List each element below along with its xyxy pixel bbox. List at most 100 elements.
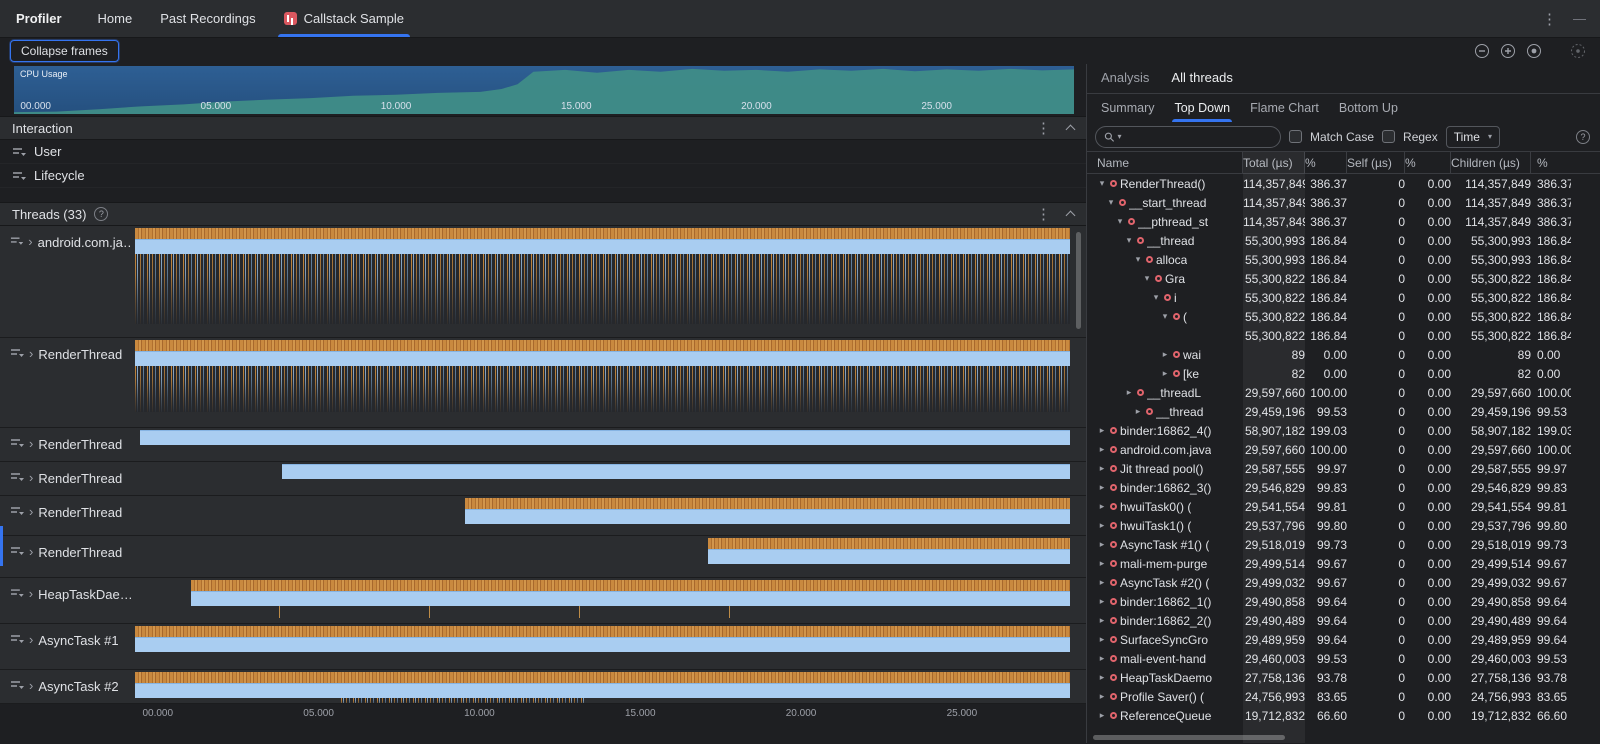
table-row[interactable]: ▸ AsyncTask #2() ( 29,499,032 99.67 0 0.… — [1093, 573, 1600, 592]
row-expand-icon[interactable]: ▸ — [1097, 653, 1107, 664]
row-expand-icon[interactable]: ▾ — [1097, 178, 1107, 189]
analysis-tab[interactable]: All threads — [1171, 70, 1232, 93]
thread-row[interactable]: › RenderThread — [0, 428, 1086, 462]
cpu-usage-chart[interactable]: CPU Usage 00.00005.00010.00015.00020.000… — [14, 66, 1074, 114]
row-expand-icon[interactable]: ▸ — [1097, 691, 1107, 702]
table-row[interactable]: ▸ binder:16862_3() 29,546,829 99.83 0 0.… — [1093, 478, 1600, 497]
column-header-children[interactable]: Children (µs) — [1451, 152, 1531, 173]
table-row[interactable]: ▸ SurfaceSyncGro 29,489,959 99.64 0 0.00… — [1093, 630, 1600, 649]
minimize-icon[interactable]: — — [1573, 11, 1586, 26]
row-expand-icon[interactable]: ▾ — [1142, 273, 1152, 284]
row-expand-icon[interactable]: ▾ — [1151, 292, 1161, 303]
row-expand-icon[interactable]: ▾ — [1115, 216, 1125, 227]
table-row[interactable]: ▾ alloca 55,300,993 186.84 0 0.00 55,300… — [1093, 250, 1600, 269]
column-header-name[interactable]: Name — [1093, 152, 1243, 173]
thread-expand-chevron-icon[interactable]: › — [29, 545, 33, 558]
row-expand-icon[interactable]: ▸ — [1133, 406, 1143, 417]
row-expand-icon[interactable]: ▾ — [1106, 197, 1116, 208]
table-row[interactable]: ▸ mali-event-hand 29,460,003 99.53 0 0.0… — [1093, 649, 1600, 668]
row-expand-icon[interactable]: ▸ — [1097, 501, 1107, 512]
interaction-collapse-icon[interactable] — [1066, 125, 1076, 135]
table-row[interactable]: ▸ binder:16862_2() 29,490,489 99.64 0 0.… — [1093, 611, 1600, 630]
zoom-to-selection-icon[interactable] — [1570, 43, 1586, 59]
thread-expand-chevron-icon[interactable]: › — [29, 679, 33, 692]
analysis-subtab[interactable]: Flame Chart — [1250, 94, 1319, 122]
thread-label[interactable]: › HeapTaskDae… — [0, 578, 135, 623]
table-header[interactable]: Name Total (µs) % Self (µs) % Children (… — [1087, 152, 1600, 174]
thread-expand-chevron-icon[interactable]: › — [28, 235, 32, 248]
row-expand-icon[interactable]: ▸ — [1097, 577, 1107, 588]
thread-track[interactable] — [135, 462, 1070, 495]
interaction-more-icon[interactable]: ⋮ — [1036, 119, 1051, 137]
thread-row[interactable]: › RenderThread — [0, 338, 1086, 428]
match-case-checkbox[interactable] — [1289, 130, 1302, 143]
thread-track[interactable] — [135, 536, 1070, 577]
table-row[interactable]: ▸ binder:16862_1() 29,490,858 99.64 0 0.… — [1093, 592, 1600, 611]
column-header-self-pct[interactable]: % — [1405, 152, 1451, 173]
row-expand-icon[interactable]: ▾ — [1124, 235, 1134, 246]
thread-expand-chevron-icon[interactable]: › — [29, 471, 33, 484]
thread-track[interactable] — [135, 428, 1070, 461]
threads-section-header[interactable]: Threads (33) ? ⋮ — [0, 202, 1086, 226]
regex-checkbox[interactable] — [1382, 130, 1395, 143]
thread-track[interactable] — [135, 670, 1070, 703]
thread-label[interactable]: › AsyncTask #2 — [0, 670, 135, 703]
table-horizontal-scrollbar[interactable] — [1093, 735, 1285, 740]
column-header-total-pct[interactable]: % — [1305, 152, 1347, 173]
search-box[interactable]: ▾ — [1095, 126, 1281, 148]
table-row[interactable]: ▸ ReferenceQueue 19,712,832 66.60 0 0.00… — [1093, 706, 1600, 725]
collapse-frames-button[interactable]: Collapse frames — [10, 40, 119, 62]
row-expand-icon[interactable]: ▸ — [1097, 672, 1107, 683]
thread-track[interactable] — [135, 226, 1070, 337]
row-expand-icon[interactable]: ▾ — [1160, 311, 1170, 322]
thread-expand-chevron-icon[interactable]: › — [29, 505, 33, 518]
filter-help-icon[interactable]: ? — [1576, 130, 1590, 144]
row-expand-icon[interactable]: ▸ — [1160, 349, 1170, 360]
time-unit-dropdown[interactable]: Time ▾ — [1446, 126, 1500, 148]
table-row[interactable]: ▸ Jit thread pool() 29,587,555 99.97 0 0… — [1093, 459, 1600, 478]
row-expand-icon[interactable]: ▸ — [1097, 520, 1107, 531]
reset-zoom-icon[interactable] — [1526, 43, 1542, 59]
interaction-row[interactable]: Lifecycle — [0, 164, 1086, 188]
column-header-self[interactable]: Self (µs) — [1347, 152, 1405, 173]
thread-label[interactable]: › android.com.ja… — [0, 226, 135, 337]
thread-row[interactable]: › android.com.ja… — [0, 226, 1086, 338]
threads-vertical-scrollbar[interactable] — [1076, 232, 1081, 329]
thread-row[interactable]: › HeapTaskDae… — [0, 578, 1086, 624]
interaction-section-header[interactable]: Interaction ⋮ — [0, 116, 1086, 140]
thread-expand-chevron-icon[interactable]: › — [29, 587, 33, 600]
analysis-subtab[interactable]: Bottom Up — [1339, 94, 1398, 122]
zoom-out-icon[interactable] — [1474, 43, 1490, 59]
row-expand-icon[interactable]: ▾ — [1133, 254, 1143, 265]
table-row[interactable]: ▾ __start_thread 114,357,849 386.37 0 0.… — [1093, 193, 1600, 212]
thread-expand-chevron-icon[interactable]: › — [29, 437, 33, 450]
thread-track[interactable] — [135, 496, 1070, 535]
column-header-children-pct[interactable]: % — [1531, 152, 1571, 173]
thread-track[interactable] — [135, 624, 1070, 669]
row-expand-icon[interactable]: ▸ — [1097, 634, 1107, 645]
row-expand-icon[interactable]: ▸ — [1097, 558, 1107, 569]
row-expand-icon[interactable]: ▸ — [1160, 368, 1170, 379]
row-expand-icon[interactable]: ▸ — [1097, 539, 1107, 550]
threads-collapse-icon[interactable] — [1066, 211, 1076, 221]
row-expand-icon[interactable]: ▸ — [1097, 615, 1107, 626]
thread-track[interactable] — [135, 578, 1070, 623]
table-row[interactable]: ▾ i 55,300,822 186.84 0 0.00 55,300,822 … — [1093, 288, 1600, 307]
thread-row[interactable]: › AsyncTask #2 — [0, 670, 1086, 704]
row-expand-icon[interactable]: ▸ — [1097, 425, 1107, 436]
analysis-subtab[interactable]: Summary — [1101, 94, 1154, 122]
table-row[interactable]: ▸ hwuiTask0() ( 29,541,554 99.81 0 0.00 … — [1093, 497, 1600, 516]
table-row[interactable]: ▸ HeapTaskDaemo 27,758,136 93.78 0 0.00 … — [1093, 668, 1600, 687]
table-row[interactable]: ▾ ( 55,300,822 186.84 0 0.00 55,300,822 … — [1093, 307, 1600, 326]
threads-more-icon[interactable]: ⋮ — [1036, 205, 1051, 223]
table-row[interactable]: ▾ __thread 55,300,993 186.84 0 0.00 55,3… — [1093, 231, 1600, 250]
thread-row[interactable]: › AsyncTask #1 — [0, 624, 1086, 670]
table-row[interactable]: ▸ AsyncTask #1() ( 29,518,019 99.73 0 0.… — [1093, 535, 1600, 554]
nav-tab[interactable]: Callstack Sample — [270, 0, 418, 37]
analysis-subtab[interactable]: Top Down — [1174, 94, 1230, 122]
table-row[interactable]: ▸ mali-mem-purge 29,499,514 99.67 0 0.00… — [1093, 554, 1600, 573]
more-options-icon[interactable]: ⋮ — [1542, 10, 1557, 28]
nav-tab[interactable]: Past Recordings — [146, 0, 269, 37]
thread-row[interactable]: › RenderThread — [0, 536, 1086, 578]
search-input[interactable] — [1125, 130, 1272, 144]
